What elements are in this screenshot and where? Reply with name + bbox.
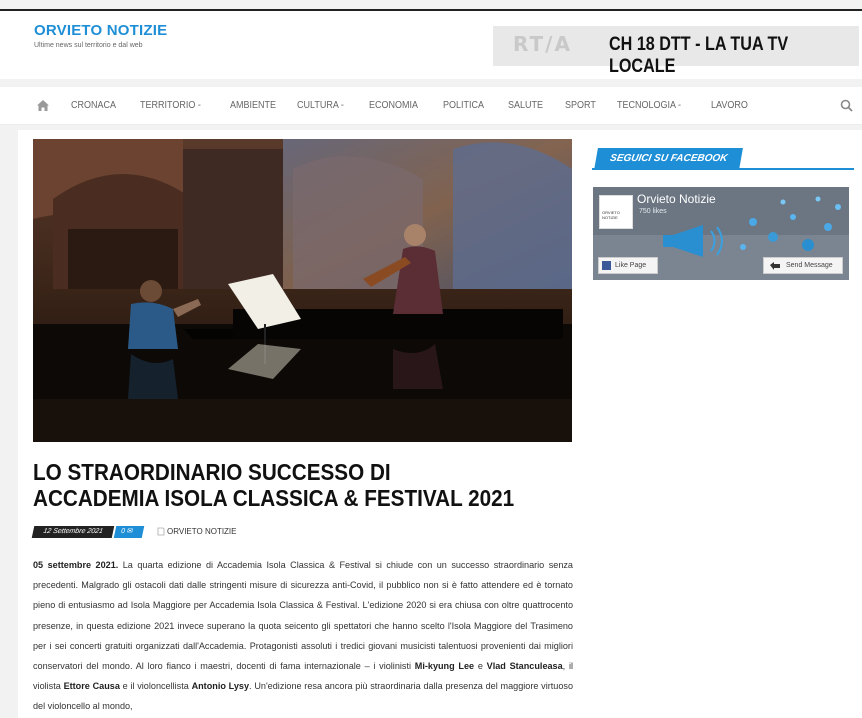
- banner-logo: RT/A: [513, 32, 572, 56]
- person-name-2: Vlad Stanculeasa: [486, 661, 563, 672]
- comments-count[interactable]: 0 ✉: [113, 526, 145, 538]
- article-body: 05 settembre 2021. La quarta edizione di…: [33, 555, 573, 717]
- article-date: 12 Settembre 2021: [31, 526, 115, 538]
- article-author[interactable]: ORVIETO NOTIZIE: [167, 527, 237, 536]
- nav-item-tecnologia[interactable]: TECNOLOGIA -: [617, 100, 681, 111]
- fb-thumbnail-label: ORVIETO NOTIZIE: [602, 210, 620, 220]
- comment-icon: ✉: [126, 528, 134, 535]
- sidebar-widget-title: SEGUICI SU FACEBOOK: [594, 148, 744, 170]
- nav-item-salute[interactable]: SALUTE: [508, 100, 543, 111]
- nav-item-sport[interactable]: SPORT: [565, 100, 596, 111]
- person-name-1: Mi-kyung Lee: [414, 661, 475, 672]
- nav-item-economia[interactable]: ECONOMIA: [369, 100, 418, 111]
- fb-send-message-button[interactable]: Send Message: [763, 257, 843, 274]
- sidebar-widget-header: SEGUICI SU FACEBOOK: [592, 148, 854, 170]
- fb-send-message-label: Send Message: [786, 262, 833, 269]
- comments-count-value: 0: [120, 528, 126, 535]
- fb-page-thumbnail[interactable]: ORVIETO NOTIZIE: [599, 195, 633, 229]
- person-name-4: Antonio Lysy: [191, 681, 250, 692]
- nav-item-territorio[interactable]: TERRITORIO -: [140, 100, 201, 111]
- nav-item-cronaca[interactable]: CRONACA: [71, 100, 116, 111]
- site-logo-title[interactable]: ORVIETO NOTIZIE: [34, 22, 167, 39]
- article-date-lead: 05 settembre 2021.: [33, 560, 119, 570]
- main-nav: CRONACA TERRITORIO - AMBIENTE CULTURA - …: [0, 87, 862, 125]
- fb-like-page-button[interactable]: Like Page: [598, 257, 658, 274]
- ad-banner[interactable]: RT/A CH 18 DTT - LA TUA TV LOCALE: [493, 26, 859, 77]
- article-featured-image[interactable]: [33, 139, 572, 442]
- nav-item-cultura[interactable]: CULTURA -: [297, 100, 344, 111]
- concert-photo: [33, 139, 572, 442]
- nav-item-ambiente[interactable]: AMBIENTE: [230, 100, 276, 111]
- site-tagline: Ultime news sul territorio e dal web: [34, 42, 143, 49]
- article-text-1: La quarta edizione di Accademia Isola Cl…: [33, 560, 573, 672]
- fb-likes-count: 750 likes: [639, 208, 667, 215]
- facebook-page-widget[interactable]: ORVIETO NOTIZIE Orvieto Notizie 750 like…: [593, 187, 849, 280]
- article-text-2: e: [474, 661, 487, 672]
- facebook-icon: [602, 261, 611, 270]
- person-name-3: Ettore Causa: [63, 681, 120, 692]
- author-icon: [157, 527, 165, 536]
- banner-text: CH 18 DTT - LA TUA TV LOCALE: [609, 34, 789, 77]
- article-text-4: e il violoncellista: [119, 681, 192, 692]
- fb-page-name[interactable]: Orvieto Notizie: [637, 192, 716, 206]
- home-icon[interactable]: [37, 100, 49, 111]
- article-title[interactable]: LO STRAORDINARIO SUCCESSO DI ACCADEMIA I…: [33, 459, 519, 511]
- nav-item-politica[interactable]: POLITICA: [443, 100, 484, 111]
- message-icon: [770, 262, 780, 270]
- fb-like-label: Like Page: [615, 262, 647, 269]
- search-icon[interactable]: [840, 99, 853, 112]
- nav-item-lavoro[interactable]: LAVORO: [711, 100, 748, 111]
